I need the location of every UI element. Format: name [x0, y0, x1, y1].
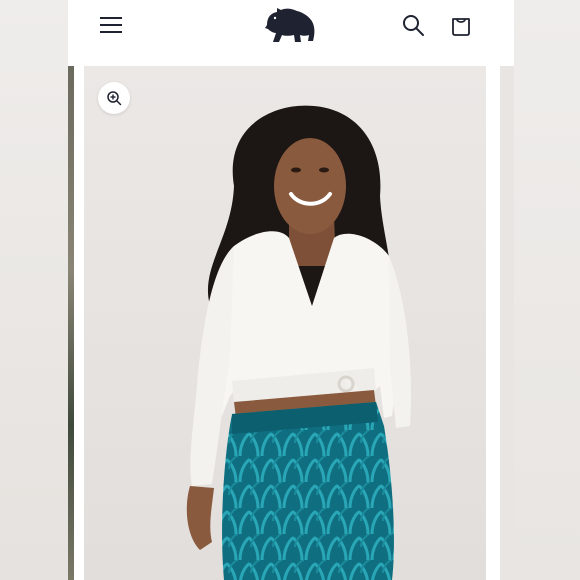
mobile-page	[68, 0, 514, 580]
previous-slide-peek[interactable]	[68, 66, 74, 580]
cart-button[interactable]	[446, 10, 476, 40]
next-slide-peek[interactable]	[500, 66, 514, 580]
product-image-slide[interactable]	[84, 66, 486, 580]
product-photo	[84, 66, 486, 580]
site-header	[68, 0, 514, 66]
bear-logo-icon	[265, 8, 315, 42]
hamburger-menu-icon	[100, 17, 122, 33]
shopping-bag-icon	[452, 18, 470, 36]
search-icon	[403, 15, 424, 36]
brand-logo-link[interactable]	[260, 4, 318, 46]
backdrop-right	[514, 0, 580, 580]
zoom-button[interactable]	[98, 82, 130, 114]
zoom-in-icon	[107, 91, 122, 106]
backdrop-left	[0, 0, 68, 580]
search-button[interactable]	[398, 10, 428, 40]
menu-button[interactable]	[96, 10, 126, 40]
